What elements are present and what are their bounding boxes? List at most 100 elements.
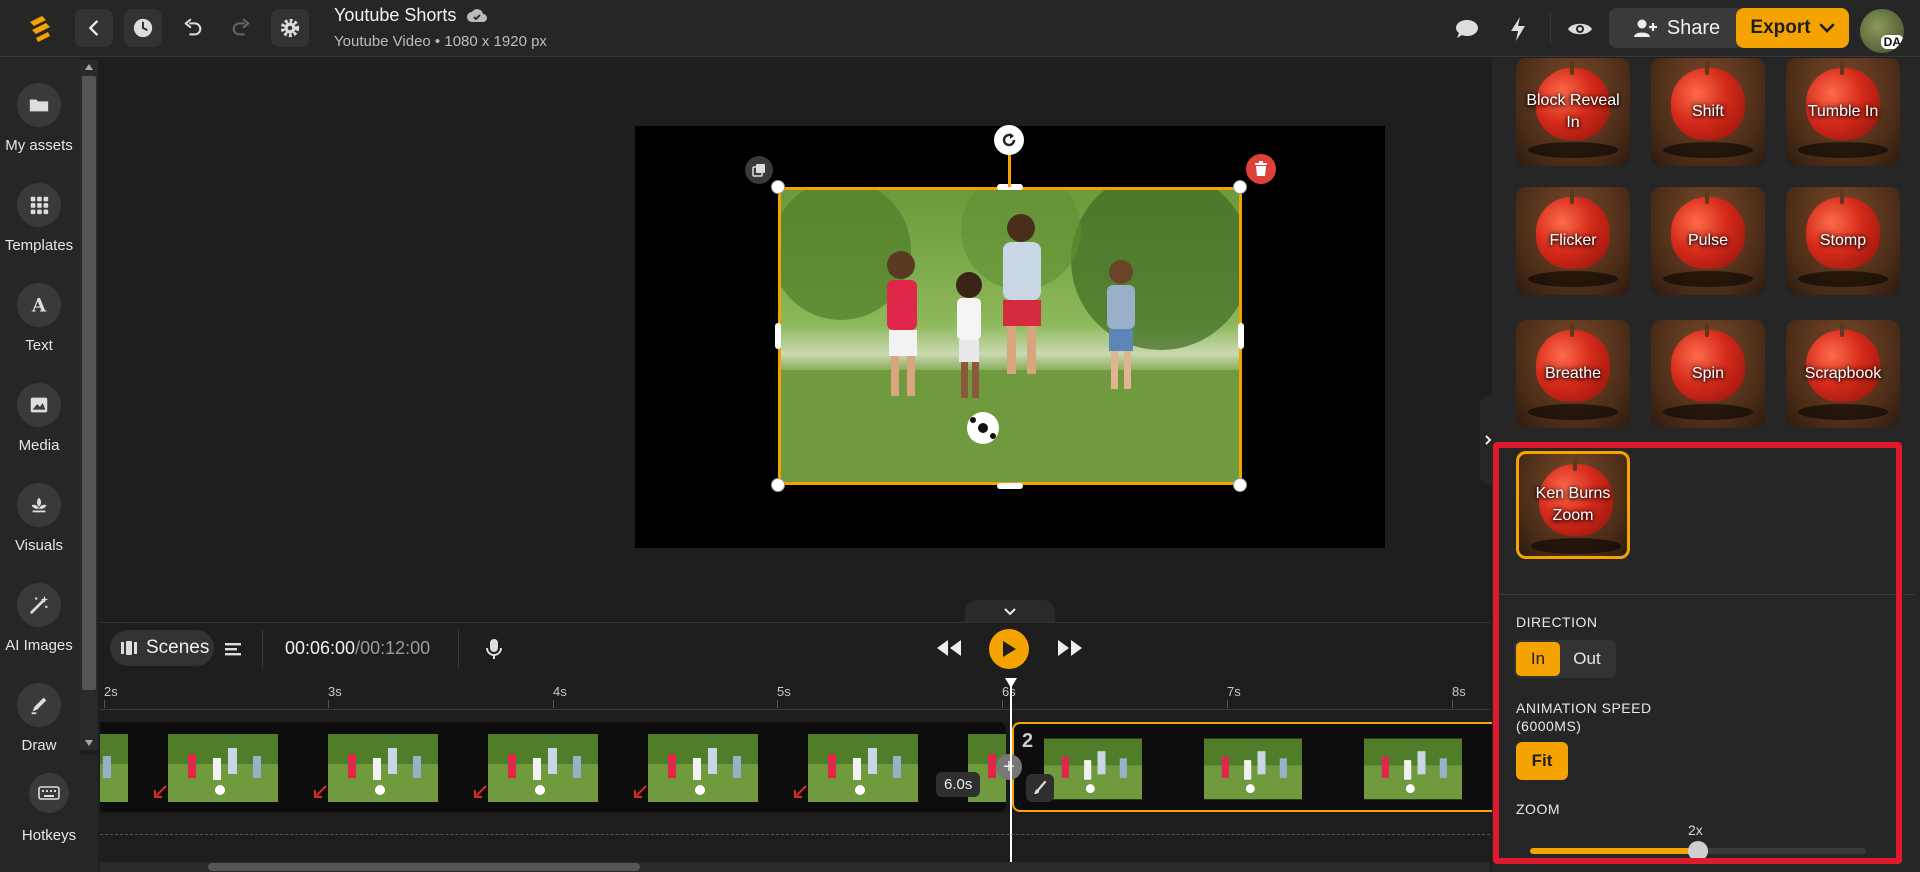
scene-clip-2[interactable] (1012, 722, 1492, 812)
clip-thumbnail (808, 734, 918, 802)
resize-handle-top-left[interactable] (771, 180, 785, 194)
document-title[interactable]: Youtube Shorts (334, 5, 488, 26)
avatar[interactable]: DA (1860, 9, 1904, 53)
duplicate-button[interactable] (745, 156, 773, 184)
direction-out-button[interactable]: Out (1560, 642, 1614, 676)
animation-tile-label: Stomp (1819, 231, 1867, 249)
collapse-timeline-button[interactable] (965, 600, 1055, 624)
scroll-up-icon[interactable] (85, 64, 93, 70)
animation-tile-pulse[interactable]: Pulse (1651, 187, 1765, 295)
play-button[interactable] (989, 629, 1029, 669)
animation-tile-label: Flicker (1549, 231, 1597, 249)
panel-collapse-button[interactable] (1480, 395, 1496, 485)
sidebar-item-text[interactable]: A Text (0, 283, 78, 354)
direction-in-button[interactable]: In (1516, 642, 1560, 676)
animation-tile-breathe[interactable]: Breathe (1516, 320, 1630, 428)
sidebar-scrollbar[interactable] (80, 60, 98, 750)
scene-number: 2 (1022, 730, 1034, 752)
redo-button[interactable] (222, 9, 260, 47)
gear-icon (280, 18, 300, 38)
comments-button[interactable] (1452, 14, 1482, 44)
chevron-down-icon (1819, 23, 1834, 33)
resize-handle-top-right[interactable] (1233, 180, 1247, 194)
playhead[interactable] (1010, 678, 1012, 872)
animation-tile-shift[interactable]: Shift (1651, 58, 1765, 166)
zoom-value: 2x (1688, 822, 1703, 838)
scroll-down-icon[interactable] (85, 740, 93, 746)
quick-actions-button[interactable] (1503, 14, 1533, 44)
selected-photo-element[interactable] (778, 187, 1242, 485)
list-view-button[interactable] (220, 636, 246, 662)
playhead-marker[interactable] (1005, 678, 1017, 688)
add-user-icon (1633, 19, 1657, 37)
timecode: 00:06:00/00:12:00 (285, 638, 430, 659)
scenes-button[interactable]: Scenes (110, 630, 214, 666)
rotate-handle[interactable] (994, 125, 1024, 155)
lightning-icon (1511, 17, 1525, 41)
microphone-icon[interactable] (483, 637, 505, 661)
sidebar-item-label: Draw (21, 737, 57, 754)
timeline-scroll-thumb[interactable] (208, 863, 640, 871)
sidebar-item-ai-images[interactable]: AI Images (0, 583, 78, 654)
svg-text:A: A (31, 295, 47, 316)
ruler-tick: 2s (104, 684, 118, 708)
resize-handle-right[interactable] (1238, 323, 1244, 349)
ruler-tick: 3s (328, 684, 342, 708)
sidebar-item-visuals[interactable]: Visuals (0, 483, 78, 554)
sidebar-item-media[interactable]: Media (0, 383, 78, 454)
undo-button[interactable] (174, 9, 212, 47)
add-scene-button[interactable]: + (996, 754, 1022, 780)
animation-tile-tumble-in[interactable]: Tumble In (1786, 58, 1900, 166)
direction-toggle[interactable]: In Out (1514, 640, 1616, 678)
resize-handle-bottom-right[interactable] (1233, 478, 1247, 492)
settings-button[interactable] (271, 9, 309, 47)
back-button[interactable] (75, 9, 113, 47)
zoom-slider[interactable] (1530, 841, 1866, 861)
clip-thumbnail (648, 734, 758, 802)
resize-handle-bottom-left[interactable] (771, 478, 785, 492)
fast-forward-icon[interactable] (1056, 636, 1084, 660)
share-button[interactable]: Share (1609, 8, 1744, 48)
transition-arrow-icon (794, 785, 807, 798)
sidebar-item-draw[interactable]: Draw (0, 683, 78, 754)
animation-tile-label: Tumble In (1807, 102, 1879, 120)
timeline-ruler[interactable]: 2s 3s 4s 5s 6s 7s 8s (100, 678, 1490, 710)
scene-duration-badge[interactable]: 6.0s (936, 772, 981, 797)
delete-button[interactable] (1246, 154, 1276, 184)
sidebar-item-templates[interactable]: Templates (0, 183, 78, 254)
animation-tile-stomp[interactable]: Stomp (1786, 187, 1900, 295)
flower-icon (31, 497, 47, 513)
sidebar-item-label: Visuals (14, 537, 64, 554)
document-title-text[interactable]: Youtube Shorts (334, 5, 456, 26)
resize-handle-left[interactable] (775, 323, 781, 349)
animation-tile-spin[interactable]: Spin (1651, 320, 1765, 428)
timeline-scrollbar[interactable] (100, 862, 1490, 872)
animation-tile-scrapbook[interactable]: Scrapbook (1786, 320, 1900, 428)
audio-track-placeholder[interactable] (100, 834, 1490, 835)
sidebar-item-my-assets[interactable]: My assets (0, 83, 78, 154)
clip-thumbnail (328, 734, 438, 802)
export-button[interactable]: Export (1736, 8, 1849, 48)
ruler-tick: 5s (777, 684, 791, 708)
brush-icon (1034, 781, 1047, 794)
film-icon (121, 641, 137, 655)
scene-clip-1[interactable] (100, 722, 1006, 812)
app-logo-icon[interactable] (24, 12, 56, 44)
fit-button[interactable]: Fit (1516, 742, 1568, 780)
avatar-initials: DA (1880, 35, 1904, 49)
animation-tile-block-reveal-in[interactable]: Block Reveal In (1516, 58, 1630, 166)
preview-button[interactable] (1565, 14, 1595, 44)
sidebar-item-label: Text (25, 337, 53, 354)
sidebar-item-label: AI Images (5, 637, 73, 654)
sidebar-scroll-thumb[interactable] (82, 76, 96, 690)
clip-thumbnail (488, 734, 598, 802)
resize-handle-bottom[interactable] (997, 483, 1023, 489)
rewind-icon[interactable] (935, 636, 963, 660)
zoom-slider-knob[interactable] (1688, 841, 1708, 861)
history-button[interactable] (124, 9, 162, 47)
animation-tile-flicker[interactable]: Flicker (1516, 187, 1630, 295)
hotkeys-button[interactable]: Hotkeys (0, 755, 98, 872)
animation-speed-label: ANIMATION SPEED (6000MS) (1516, 700, 1652, 735)
scene-transition-button[interactable] (1026, 774, 1054, 802)
animation-tile-ken-burns-zoom[interactable]: Ken Burns Zoom (1516, 451, 1630, 559)
